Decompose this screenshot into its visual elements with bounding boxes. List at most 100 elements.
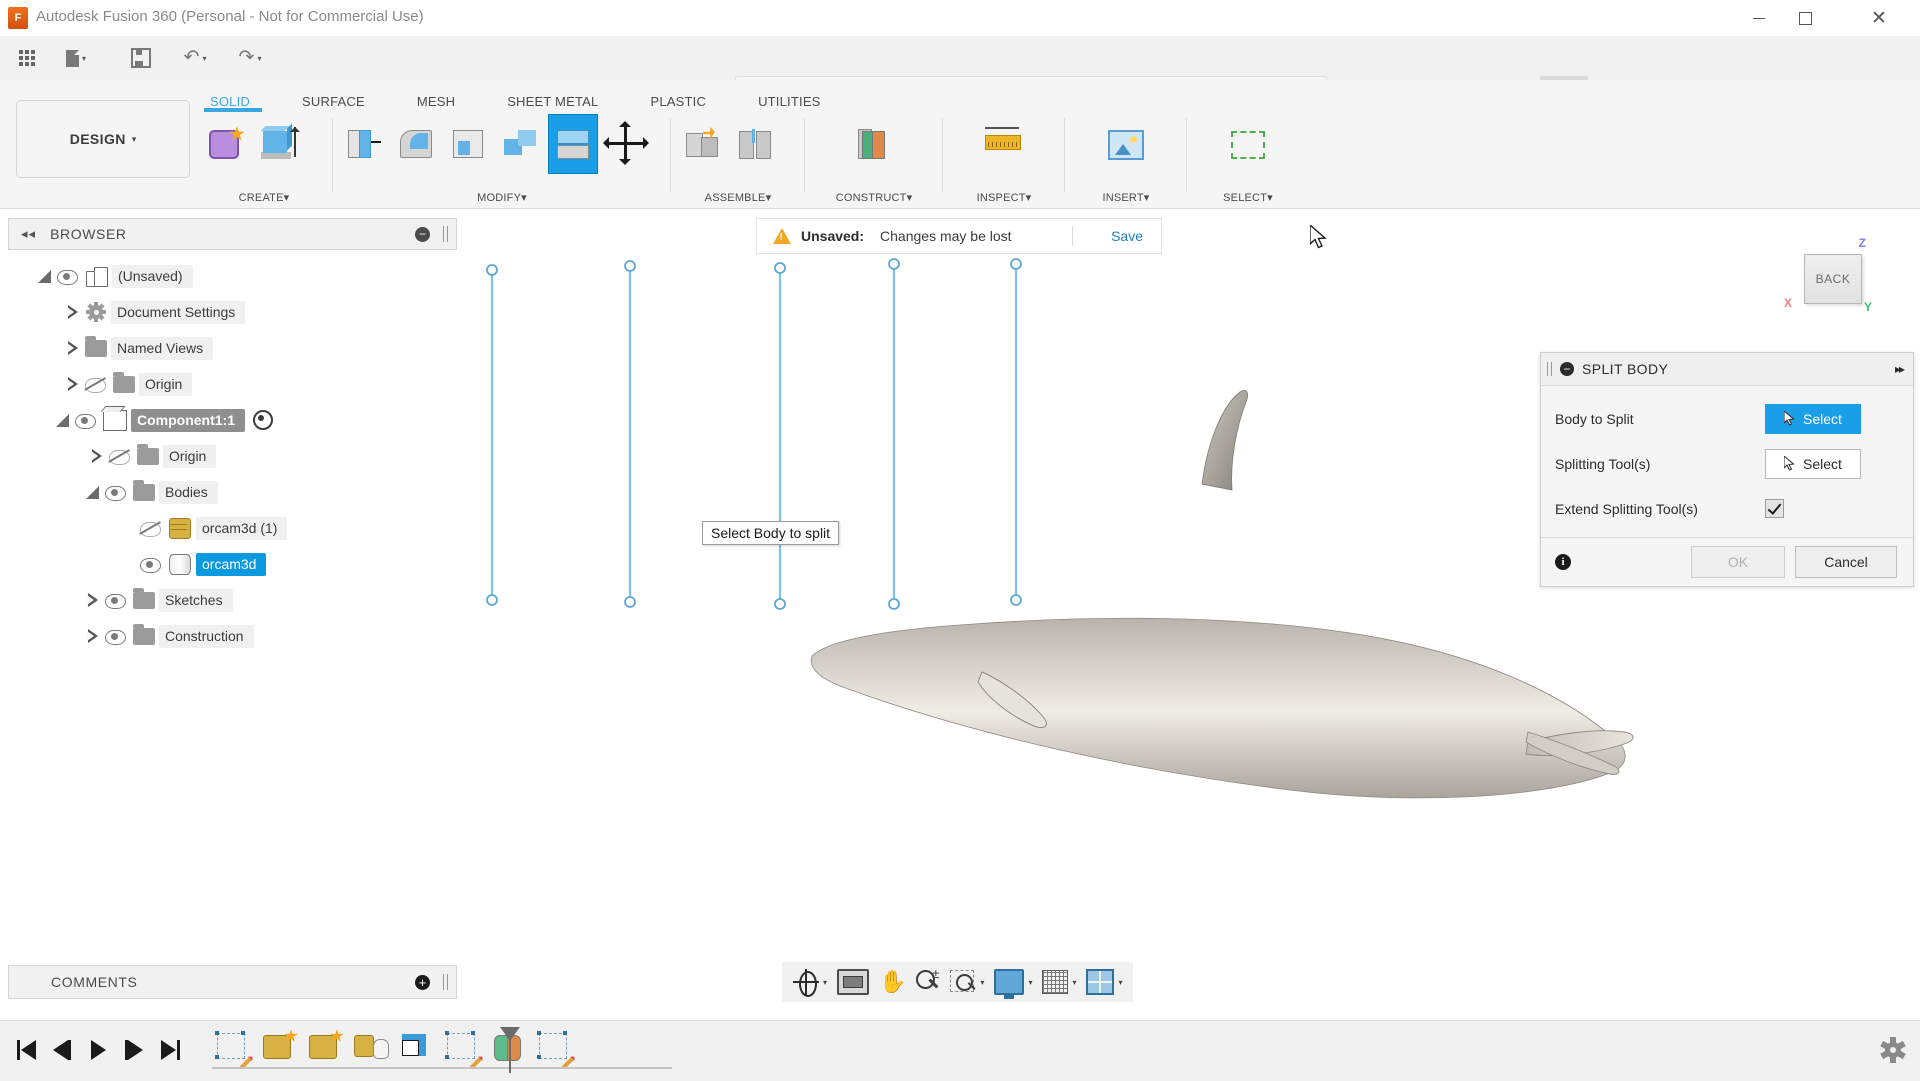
twisty-open-icon[interactable]	[54, 412, 71, 429]
comments-panel-header[interactable]: COMMENTS +	[8, 965, 457, 999]
joint-button[interactable]	[730, 114, 778, 172]
info-icon[interactable]: i	[1555, 554, 1571, 570]
select-tool-button[interactable]	[1222, 114, 1270, 172]
visibility-eye-icon[interactable]	[104, 593, 126, 608]
split-plane-endpoints[interactable]	[487, 259, 1021, 609]
combine-button[interactable]	[496, 114, 544, 172]
dialog-drag-grip[interactable]	[1547, 362, 1552, 376]
split-plane-lines[interactable]	[492, 264, 1016, 604]
grid-snaps-button[interactable]: ▾	[1042, 965, 1076, 999]
dialog-collapse-icon[interactable]: −	[1560, 362, 1574, 376]
visibility-eye-hidden-icon[interactable]	[84, 377, 106, 392]
cancel-button[interactable]: Cancel	[1795, 546, 1897, 578]
ribbon-group-create-label[interactable]: CREATE▾	[200, 191, 328, 204]
twisty-open-icon[interactable]	[36, 268, 53, 285]
orbit-button[interactable]: ▾	[793, 965, 827, 999]
ribbon-group-inspect-label[interactable]: INSPECT▾	[948, 191, 1060, 204]
visibility-eye-hidden-icon[interactable]	[139, 521, 161, 536]
tab-utilities[interactable]: UTILITIES	[758, 94, 820, 109]
tree-node-orcam3d[interactable]: orcam3d	[8, 546, 455, 582]
ribbon-group-select-label[interactable]: SELECT▾	[1192, 191, 1304, 204]
view-cube[interactable]: BACK Z X Y	[1798, 250, 1868, 308]
visibility-eye-icon[interactable]	[74, 413, 96, 428]
step-forward-button[interactable]	[116, 1033, 152, 1067]
twisty-closed-icon[interactable]	[84, 628, 101, 645]
visibility-eye-hidden-icon[interactable]	[108, 449, 130, 464]
visibility-eye-icon[interactable]	[104, 485, 126, 500]
twisty-open-icon[interactable]	[84, 484, 101, 501]
twisty-closed-icon[interactable]	[88, 448, 105, 465]
tab-plastic[interactable]: PLASTIC	[650, 94, 706, 109]
splitting-tools-select-button[interactable]: Select	[1765, 449, 1861, 479]
tree-node-orcam3d-1[interactable]: orcam3d (1)	[8, 510, 455, 546]
window-minimize-button[interactable]	[1736, 0, 1782, 36]
tab-surface[interactable]: SURFACE	[302, 94, 365, 109]
tree-node-unsaved[interactable]: (Unsaved)	[8, 258, 455, 294]
extrude-button[interactable]	[254, 114, 302, 172]
tree-node-origin[interactable]: Origin	[8, 366, 455, 402]
timeline-item-extrude[interactable]	[261, 1031, 297, 1065]
zoom-button[interactable]: ±	[916, 965, 940, 999]
split-body-button[interactable]	[548, 114, 598, 174]
look-at-button[interactable]	[837, 965, 869, 999]
view-cube-face[interactable]: BACK	[1804, 254, 1862, 304]
timeline-item-sketch-2[interactable]	[445, 1031, 481, 1065]
timeline-settings-button[interactable]	[1880, 1037, 1906, 1063]
shell-button[interactable]	[444, 114, 492, 172]
fillet-button[interactable]	[392, 114, 440, 172]
jump-to-beginning-button[interactable]	[8, 1033, 44, 1067]
visibility-eye-icon[interactable]	[104, 629, 126, 644]
tree-node-named-views[interactable]: Named Views	[8, 330, 455, 366]
twisty-closed-icon[interactable]	[64, 304, 81, 321]
jump-to-end-button[interactable]	[152, 1033, 188, 1067]
add-comment-button[interactable]: +	[415, 975, 430, 990]
twisty-closed-icon[interactable]	[64, 340, 81, 357]
new-component-button[interactable]	[678, 114, 726, 172]
move-copy-button[interactable]	[602, 114, 650, 172]
display-settings-button[interactable]: ▾	[994, 965, 1032, 999]
measure-button[interactable]	[978, 114, 1026, 172]
orca-model[interactable]	[462, 347, 1633, 798]
timeline-item-shell[interactable]	[399, 1031, 435, 1065]
timeline-item-sketch[interactable]	[215, 1031, 251, 1065]
step-back-button[interactable]	[44, 1033, 80, 1067]
workspace-selector[interactable]: DESIGN ▾	[16, 100, 190, 178]
collapse-panel-icon[interactable]: ◂◂	[21, 226, 36, 242]
ok-button[interactable]: OK	[1691, 546, 1785, 578]
timeline-item-move-copy[interactable]	[353, 1031, 389, 1065]
pan-button[interactable]: ✋	[879, 965, 906, 999]
press-pull-button[interactable]	[340, 114, 388, 172]
create-sketch-button[interactable]	[202, 114, 250, 172]
app-grid-icon[interactable]	[10, 44, 44, 72]
ribbon-group-assemble-label[interactable]: ASSEMBLE▾	[676, 191, 800, 204]
tree-node-component-origin[interactable]: Origin	[8, 438, 455, 474]
browser-panel-header[interactable]: ◂◂ BROWSER −	[8, 218, 457, 250]
new-document-button[interactable]: ▾	[56, 44, 96, 72]
panel-resize-grip[interactable]	[443, 974, 448, 990]
window-close-button[interactable]: ✕	[1856, 0, 1902, 36]
dialog-expand-icon[interactable]: ▸▸	[1895, 362, 1903, 376]
tree-node-document-settings[interactable]: Document Settings	[8, 294, 455, 330]
tree-node-construction[interactable]: Construction	[8, 618, 455, 654]
body-to-split-select-button[interactable]: Select	[1765, 404, 1861, 434]
minimize-panel-icon[interactable]: −	[415, 227, 430, 242]
insert-canvas-button[interactable]	[1100, 114, 1148, 172]
timeline-track[interactable]	[212, 1067, 672, 1069]
twisty-closed-icon[interactable]	[84, 592, 101, 609]
play-button[interactable]	[80, 1033, 116, 1067]
viewports-button[interactable]: ▾	[1086, 965, 1122, 999]
visibility-eye-icon[interactable]	[139, 557, 161, 572]
ribbon-group-modify-label[interactable]: MODIFY▾	[338, 191, 666, 204]
panel-resize-grip[interactable]	[443, 226, 448, 242]
split-body-dialog[interactable]: − SPLIT BODY ▸▸ Body to Split Select Spl…	[1540, 352, 1914, 587]
ribbon-group-insert-label[interactable]: INSERT▾	[1070, 191, 1182, 204]
offset-plane-button[interactable]	[848, 114, 896, 172]
tab-solid[interactable]: SOLID	[210, 94, 250, 109]
save-button[interactable]	[126, 44, 156, 72]
visibility-eye-icon[interactable]	[56, 269, 78, 284]
dialog-header[interactable]: − SPLIT BODY ▸▸	[1541, 353, 1913, 386]
activate-component-radio[interactable]	[253, 410, 273, 430]
zoom-window-button[interactable]: ▾	[950, 965, 984, 999]
timeline-item-sketch-3[interactable]	[537, 1031, 573, 1065]
ribbon-group-construct-label[interactable]: CONSTRUCT▾	[810, 191, 938, 204]
